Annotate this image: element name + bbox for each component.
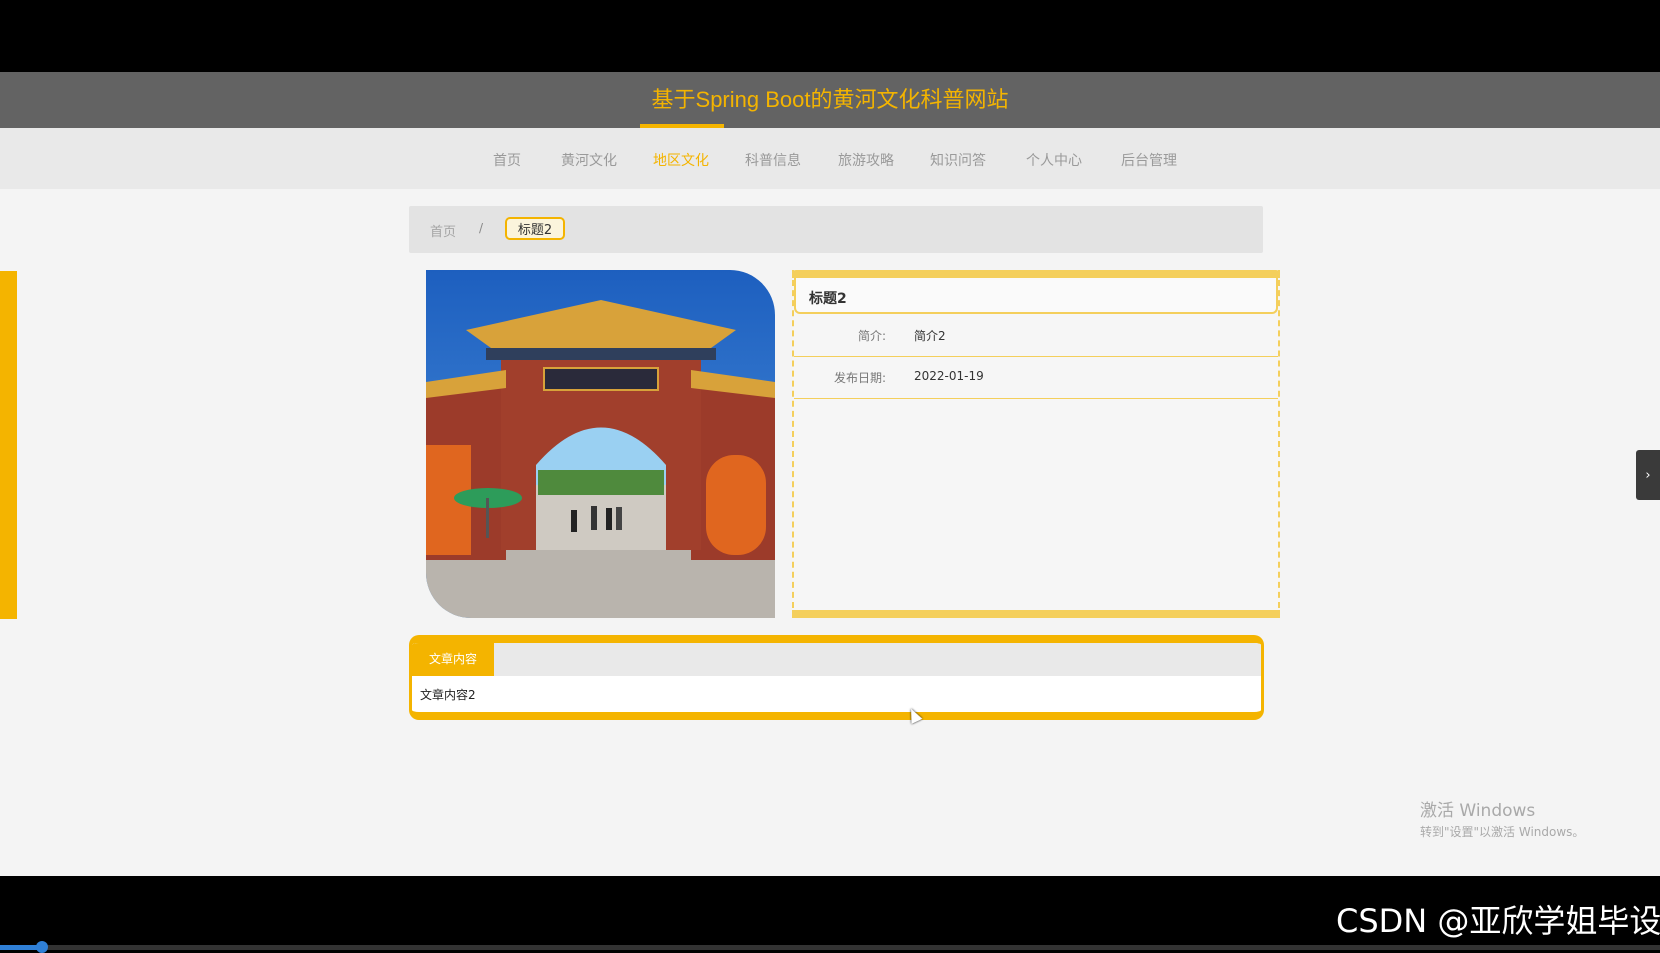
article-content-panel: 文章内容 文章内容2 xyxy=(409,635,1264,720)
publish-date-value: 2022-01-19 xyxy=(914,369,984,383)
nav-item-yellow-river-culture[interactable]: 黄河文化 xyxy=(561,150,617,170)
watermark-line1: 激活 Windows xyxy=(1420,801,1536,821)
article-content-text: 文章内容2 xyxy=(420,688,476,702)
tab-article-content[interactable]: 文章内容 xyxy=(412,643,494,676)
browser-viewport: 基于Spring Boot的黄河文化科普网站 首页 黄河文化 地区文化 科普信息… xyxy=(0,72,1660,876)
article-title: 标题2 xyxy=(809,291,847,307)
nav-item-user-center[interactable]: 个人中心 xyxy=(1026,150,1082,170)
left-accent-bar xyxy=(0,271,17,619)
nav-item-regional-culture[interactable]: 地区文化 xyxy=(653,150,709,170)
article-info-card: 标题2 简介: 简介2 发布日期: 2022-01-19 xyxy=(792,270,1280,618)
publish-date-label: 发布日期: xyxy=(833,371,886,385)
nav-item-qa[interactable]: 知识问答 xyxy=(930,150,986,170)
nav-item-science-info[interactable]: 科普信息 xyxy=(745,150,801,170)
watermark-line2: 转到"设置"以激活 Windows。 xyxy=(1420,825,1585,839)
summary-label: 简介: xyxy=(857,329,886,343)
breadcrumb-home[interactable]: 首页 xyxy=(430,221,456,240)
nav-item-home[interactable]: 首页 xyxy=(493,150,521,170)
nav-item-travel-guide[interactable]: 旅游攻略 xyxy=(838,150,894,170)
summary-value: 简介2 xyxy=(914,329,946,343)
info-card-title-box: 标题2 xyxy=(794,278,1278,314)
info-card-top-bar xyxy=(792,270,1280,278)
windows-activation-watermark: 激活 Windows 转到"设置"以激活 Windows。 xyxy=(1420,796,1584,840)
video-progress-track[interactable] xyxy=(0,945,1660,950)
breadcrumb-current: 标题2 xyxy=(505,217,565,240)
site-header: 基于Spring Boot的黄河文化科普网站 xyxy=(0,72,1660,128)
right-drawer-toggle[interactable]: › xyxy=(1636,450,1660,500)
breadcrumb-separator: / xyxy=(479,221,484,235)
main-nav: 首页 黄河文化 地区文化 科普信息 旅游攻略 知识问答 个人中心 后台管理 xyxy=(0,128,1660,189)
chevron-right-icon: › xyxy=(1645,467,1651,483)
csdn-overlay-text: CSDN @亚欣学姐毕设 xyxy=(1336,902,1660,940)
info-card-bottom-bar xyxy=(792,610,1280,618)
content-tab-bar: 文章内容 xyxy=(412,643,1261,676)
site-title: 基于Spring Boot的黄河文化科普网站 xyxy=(651,87,1009,112)
article-photo xyxy=(426,270,775,618)
video-progress-handle[interactable] xyxy=(36,941,48,953)
info-row-date: 发布日期: 2022-01-19 xyxy=(794,356,1278,399)
nav-item-admin[interactable]: 后台管理 xyxy=(1121,150,1177,170)
info-row-summary: 简介: 简介2 xyxy=(794,314,1278,357)
breadcrumb: 首页 / 标题2 xyxy=(409,206,1263,253)
